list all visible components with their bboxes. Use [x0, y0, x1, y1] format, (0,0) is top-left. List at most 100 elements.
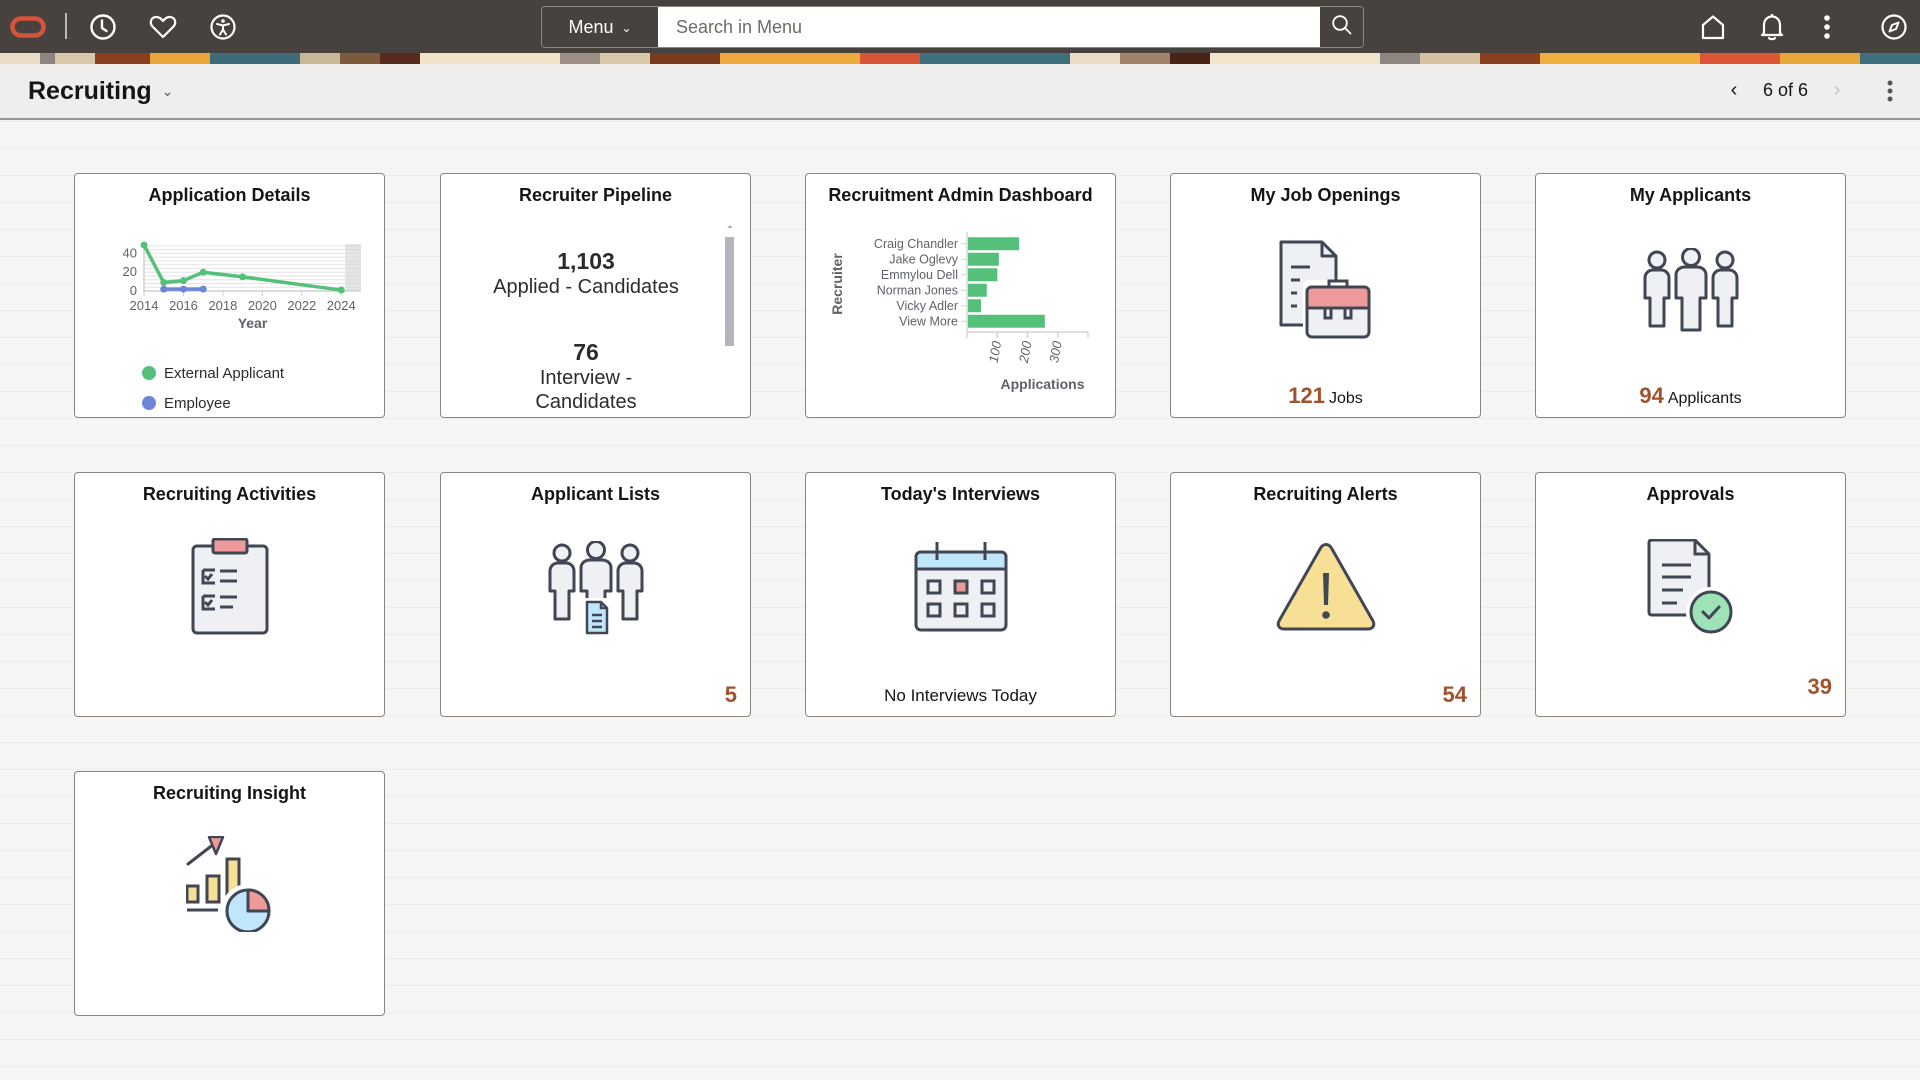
- x-tick-label: 2024: [327, 298, 356, 313]
- home-button[interactable]: [1695, 9, 1731, 45]
- tile-title: Applicant Lists: [530, 484, 660, 504]
- alert-count: 54: [1442, 682, 1467, 707]
- x-tick-label: 200: [1016, 339, 1035, 365]
- bar-jake-oglevy: [968, 252, 999, 266]
- data-point: [239, 273, 247, 281]
- kebab-icon: [1823, 14, 1831, 40]
- favorites-button[interactable]: [145, 9, 181, 45]
- pipeline-item-interview[interactable]: 76 Interview - Candidates: [441, 339, 731, 414]
- recent-places-button[interactable]: [85, 9, 121, 45]
- analytics-chart-icon: [185, 835, 275, 938]
- recruitment-admin-chart: Recruiter Craig ChandlerJake Oglevy Emmylo…: [829, 232, 1089, 392]
- legend-dot: [142, 366, 156, 380]
- y-tick-label: Emmylou Dell: [881, 268, 958, 282]
- search-button[interactable]: [1320, 7, 1363, 47]
- menu-button-label: Menu: [568, 16, 614, 37]
- page-indicator: 6 of 6: [1763, 80, 1809, 100]
- homepage-pager: ‹ 6 of 6 ›: [1727, 79, 1844, 102]
- scrollbar-thumb[interactable]: [725, 237, 734, 346]
- pipeline-item-applied[interactable]: 1,103 Applied - Candidates: [441, 248, 731, 299]
- tile-my-job-openings[interactable]: My Job Openings 121 Jobs: [1170, 173, 1481, 418]
- tile-recruiting-activities[interactable]: Recruiting Activities: [74, 472, 385, 717]
- bell-icon: [1758, 12, 1786, 42]
- bar-craig-chandler: [968, 237, 1020, 251]
- tile-title: Today's Interviews: [880, 484, 1040, 504]
- menu-search-group: Menu ⌄: [541, 6, 1364, 48]
- bar-vicky-adler: [968, 299, 982, 313]
- search-input[interactable]: [658, 7, 1320, 47]
- tile-title: Recruiting Activities: [142, 484, 317, 504]
- y-tick-label: Vicky Adler: [896, 299, 958, 313]
- scroll-up-arrow[interactable]: [727, 225, 733, 228]
- tile-title: Recruitment Admin Dashboard: [828, 185, 1093, 205]
- data-point: [199, 268, 207, 276]
- y-tick-label: Norman Jones: [877, 283, 958, 297]
- tile-approvals[interactable]: Approvals 39: [1535, 472, 1846, 717]
- clock-icon: [89, 13, 117, 41]
- tile-application-details[interactable]: Application Details 0 20 40 2014 2016 2018 202…: [74, 173, 385, 418]
- navigator-button[interactable]: [1876, 9, 1912, 45]
- legend-item-external-applicant: External Applicant: [142, 358, 284, 388]
- y-axis-title: Recruiter: [829, 253, 845, 315]
- legend-label: Employee: [164, 394, 231, 412]
- tile-title: Recruiting Alerts: [1253, 484, 1398, 504]
- people-list-icon: [546, 540, 646, 642]
- accessibility-icon: [209, 13, 237, 41]
- x-tick-label: 2022: [287, 298, 316, 313]
- x-tick-label: 2018: [208, 298, 237, 313]
- chevron-down-icon: ⌄: [161, 83, 174, 99]
- chevron-down-icon: ⌄: [621, 21, 632, 35]
- job-count-number: 121: [1288, 383, 1325, 408]
- data-point: [337, 286, 345, 294]
- menu-button[interactable]: Menu ⌄: [542, 7, 658, 47]
- topbar-divider: [65, 13, 67, 39]
- tile-todays-interviews[interactable]: Today's Interviews No Interviews Today: [805, 472, 1116, 717]
- approval-count: 39: [1807, 674, 1832, 699]
- applicant-list-count: 5: [724, 682, 737, 707]
- oracle-logo[interactable]: [8, 9, 48, 45]
- x-tick-label: 100: [986, 339, 1005, 364]
- x-axis-title: Applications: [1000, 376, 1084, 392]
- tile-recruitment-admin-dashboard[interactable]: Recruitment Admin Dashboard Recruiter Cra…: [805, 173, 1116, 418]
- y-tick-label: 0: [130, 283, 137, 298]
- data-point: [140, 241, 148, 249]
- applicant-count: 94 Applicants: [1536, 383, 1845, 409]
- chart-legend: External Applicant Employee: [142, 358, 284, 417]
- x-tick-label: 2014: [130, 298, 159, 313]
- heart-icon: [149, 14, 177, 40]
- top-navigation-bar: Menu ⌄: [0, 0, 1920, 53]
- job-count: 121 Jobs: [1171, 383, 1480, 409]
- tile-title: My Applicants: [1629, 185, 1752, 205]
- tile-recruiting-insight[interactable]: Recruiting Insight: [74, 771, 385, 1016]
- tile-title: My Job Openings: [1250, 185, 1401, 205]
- x-axis-title: Year: [238, 315, 268, 331]
- tile-recruiter-pipeline[interactable]: Recruiter Pipeline 1,103 Applied - Candi…: [440, 173, 751, 418]
- tile-my-applicants[interactable]: My Applicants 94 Applicants: [1535, 173, 1846, 418]
- data-point: [199, 285, 207, 293]
- y-tick-label: 40: [123, 245, 137, 260]
- notifications-button[interactable]: [1754, 9, 1790, 45]
- homepage-selector[interactable]: Recruiting ⌄: [28, 77, 173, 106]
- accessibility-button[interactable]: [205, 9, 241, 45]
- bar-view-more: [968, 314, 1045, 328]
- y-tick-label: 20: [123, 264, 137, 279]
- pipeline-count: 76: [573, 339, 599, 365]
- pipeline-count: 1,103: [557, 248, 615, 274]
- data-point: [160, 279, 168, 287]
- page-header-bar: Recruiting ⌄ ‹ 6 of 6 ›: [0, 64, 1920, 120]
- tile-recruiting-alerts[interactable]: Recruiting Alerts 54: [1170, 472, 1481, 717]
- legend-label: External Applicant: [164, 364, 285, 382]
- job-openings-briefcase-icon: [1278, 240, 1374, 345]
- search-icon: [1331, 14, 1353, 41]
- tile-applicant-lists[interactable]: Applicant Lists 5: [440, 472, 751, 717]
- document-check-icon: [1646, 538, 1736, 640]
- actions-menu-button[interactable]: [1815, 9, 1839, 45]
- data-point: [179, 277, 187, 285]
- interviews-status: No Interviews Today: [884, 686, 1037, 705]
- x-tick-label: 2020: [248, 298, 277, 313]
- tile-title: Application Details: [148, 185, 311, 205]
- page-actions-button[interactable]: [1880, 78, 1900, 104]
- chevron-left-icon[interactable]: ‹: [1727, 79, 1741, 102]
- home-icon: [1699, 13, 1727, 41]
- compass-icon: [1880, 13, 1908, 41]
